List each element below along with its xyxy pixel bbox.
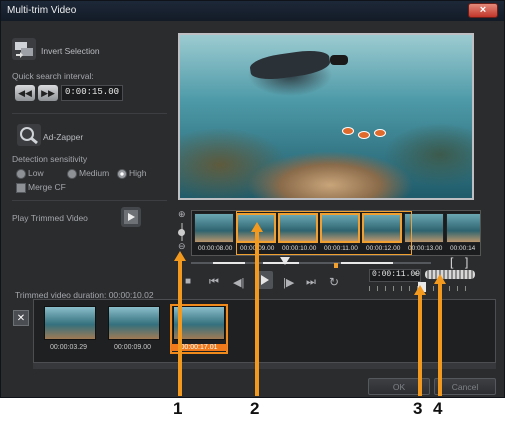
ad-zapper-icon[interactable] — [17, 124, 41, 146]
merge-cf-label: Merge CF — [28, 182, 66, 192]
sensitivity-low-radio[interactable] — [16, 169, 26, 179]
clownfish — [374, 129, 386, 137]
spinner-icon[interactable]: ⬍ — [414, 270, 418, 279]
timecode: 00:00:12.00 — [366, 245, 401, 252]
thumbnail[interactable] — [446, 213, 480, 243]
callout-line-2 — [255, 231, 259, 396]
callout-number-3: 3 — [413, 399, 423, 418]
detection-sensitivity-label: Detection sensitivity — [12, 154, 88, 164]
spinner-icon[interactable]: ⬍ — [116, 87, 120, 96]
video-preview — [178, 33, 474, 200]
timecode: 00:00:14 — [450, 245, 476, 252]
zoom-in-icon[interactable]: ⊕ — [178, 209, 186, 220]
playhead-handle[interactable] — [280, 257, 290, 265]
invert-selection-label[interactable]: Invert Selection — [41, 46, 100, 56]
jog-wheel[interactable] — [425, 270, 475, 279]
divider — [12, 113, 167, 114]
stop-icon[interactable]: ■ — [185, 276, 191, 287]
sensitivity-medium-label: Medium — [79, 168, 110, 178]
clownfish — [342, 127, 354, 135]
callout-number-4: 4 — [433, 399, 443, 418]
next-frame-icon[interactable]: |▶ — [283, 276, 294, 289]
frame-strip[interactable]: 00:00:08.00 00:00:09.00 00:00:10.00 00:0… — [191, 210, 481, 256]
timecode: 00:00:13.00 — [408, 245, 443, 252]
mark-out-button[interactable]: ] — [465, 255, 468, 269]
marker — [334, 263, 338, 268]
title-bar: Multi-trim Video × — [1, 1, 504, 21]
clownfish — [358, 131, 370, 139]
go-to-end-icon[interactable]: ⏭ — [306, 276, 316, 289]
callout-line-1 — [178, 260, 182, 396]
play-trimmed-label: Play Trimmed Video — [12, 213, 88, 223]
clip-thumbnail[interactable] — [44, 306, 96, 340]
go-to-start-icon[interactable]: ⏮ — [209, 276, 219, 289]
trim-segment — [213, 262, 245, 264]
repeat-icon[interactable]: ↻ — [329, 275, 339, 289]
previous-frame-icon[interactable]: ◀| — [233, 276, 244, 289]
rewind-button[interactable]: ◀◀ — [15, 85, 35, 101]
sensitivity-high-label: High — [129, 168, 147, 178]
callout-line-4 — [438, 283, 442, 396]
trim-segment — [341, 262, 393, 264]
sensitivity-medium-radio[interactable] — [67, 169, 77, 179]
clip-time: 00:00:03.29 — [50, 344, 87, 351]
diver-figure — [248, 47, 332, 83]
window-title: Multi-trim Video — [7, 5, 77, 16]
clip-bin-scrollbar[interactable] — [33, 363, 496, 369]
callout-line-3 — [418, 294, 422, 396]
callout-number-1: 1 — [173, 399, 183, 418]
mark-in-button[interactable]: [ — [450, 255, 453, 269]
zoom-slider-handle[interactable] — [178, 229, 185, 236]
callout-number-2: 2 — [250, 399, 260, 418]
divider — [12, 200, 167, 201]
diver-mask — [330, 55, 348, 65]
thumbnail[interactable] — [194, 213, 234, 243]
play-trimmed-button[interactable] — [121, 207, 141, 227]
timecode: 00:00:10.00 — [282, 245, 317, 252]
clip-time: 00:00:09.00 — [114, 344, 151, 351]
sensitivity-low-label: Low — [28, 168, 44, 178]
current-time-display[interactable]: 0:00:11.09 ⬍ — [369, 269, 421, 282]
merge-cf-checkbox[interactable] — [16, 183, 26, 193]
delete-clip-button[interactable]: ✕ — [13, 310, 29, 326]
sensitivity-high-radio[interactable] — [117, 169, 127, 179]
forward-button[interactable]: ▶▶ — [38, 85, 58, 101]
multi-trim-window: Multi-trim Video × Invert Selection Quic… — [0, 0, 505, 398]
timecode: 00:00:11.00 — [324, 245, 358, 252]
clip-thumbnail[interactable] — [108, 306, 160, 340]
invert-selection-icon[interactable] — [12, 38, 36, 60]
quick-search-time: 0:00:15.00 — [65, 87, 120, 97]
close-button[interactable]: × — [468, 3, 498, 18]
quick-search-interval-input[interactable]: 0:00:15.00 ⬍ — [61, 85, 123, 101]
cancel-button[interactable]: Cancel — [434, 378, 496, 395]
timecode: 00:00:08.00 — [198, 245, 233, 252]
quick-search-label: Quick search interval: — [12, 71, 94, 81]
ad-zapper-label[interactable]: Ad-Zapper — [43, 132, 83, 142]
clip-bin: 00:00:03.29 00:00:09.00 00:00:17.01 — [33, 299, 496, 363]
